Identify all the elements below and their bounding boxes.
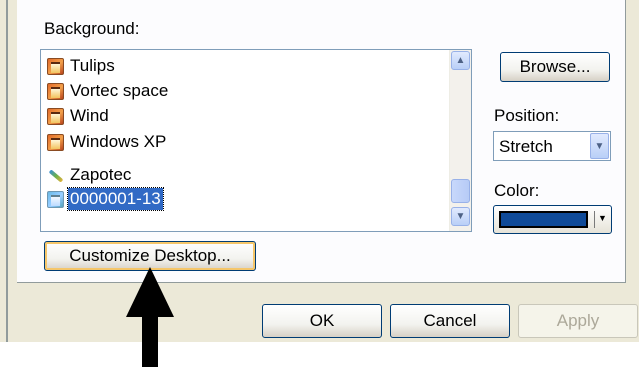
scroll-down-button[interactable]: ▼ [451,207,470,226]
list-item-selected[interactable]: 0000001-13 [47,187,164,211]
divider [594,211,595,228]
list-item[interactable]: Wind [47,104,111,128]
position-label: Position: [494,106,560,125]
background-label: Background: [44,19,140,38]
chevron-down-icon: ▼ [455,211,466,222]
color-label: Color: [494,181,540,200]
annotation-arrow-shaft [142,316,158,367]
color-picker-button[interactable]: ▼ [493,205,612,234]
list-item-label: Wind [70,106,109,125]
scroll-thumb[interactable] [451,179,470,203]
dropdown-arrow-icon: ▼ [598,213,607,223]
position-value: Stretch [499,137,553,156]
chevron-down-icon: ▼ [594,140,605,152]
image-file-icon [47,133,64,151]
color-swatch [499,211,588,228]
image-file-icon [47,107,64,125]
list-item[interactable]: Tulips [47,54,117,78]
list-item[interactable]: Vortec space [47,79,170,103]
list-item[interactable]: Windows XP [47,130,168,154]
dialog-border [6,0,8,342]
browse-button[interactable]: Browse... [500,52,610,82]
background-listbox[interactable]: Tulips Vortec space Wind Windows XP Zapo… [40,49,472,232]
position-select[interactable]: Stretch ▼ [493,131,611,161]
image-file-icon [47,82,64,100]
paint-file-icon [47,167,64,184]
chevron-up-icon: ▲ [455,55,466,66]
image-file-icon [47,190,64,208]
list-item-label: Windows XP [70,132,167,151]
apply-button[interactable]: Apply [518,304,638,338]
dropdown-button[interactable]: ▼ [590,133,609,159]
cancel-button[interactable]: Cancel [390,304,510,338]
list-item-label: Vortec space [70,81,169,100]
listbox-scrollbar[interactable]: ▲ ▼ [449,50,471,231]
list-item-label: Zapotec [70,165,132,184]
image-file-icon [47,57,64,75]
scroll-up-button[interactable]: ▲ [451,51,470,70]
list-item-label: 0000001-13 [67,187,164,211]
list-item[interactable]: Zapotec [47,163,133,187]
list-item-label: Tulips [70,56,115,75]
annotation-arrow-head [126,267,174,317]
ok-button[interactable]: OK [262,304,382,338]
